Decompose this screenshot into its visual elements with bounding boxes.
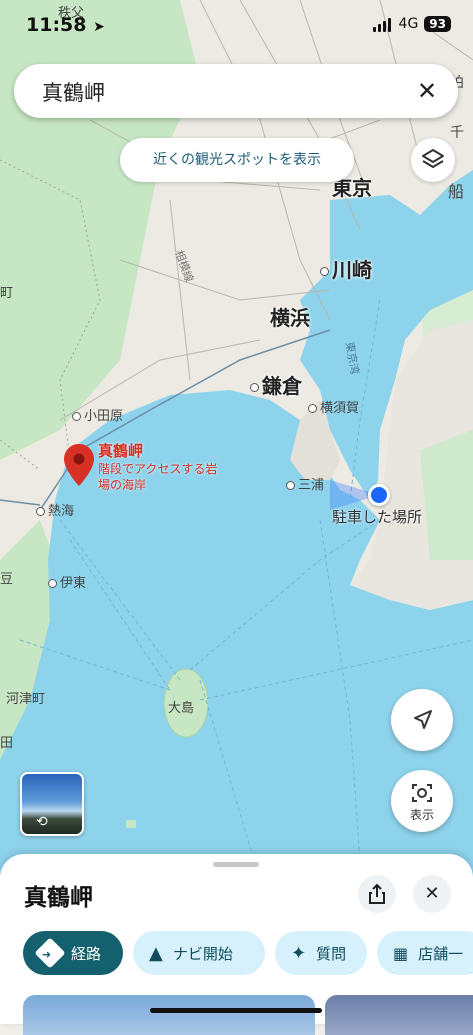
place-label-kawazu[interactable]: 河津町: [6, 688, 45, 707]
place-name: 三浦: [298, 478, 325, 493]
place-dot: [48, 579, 57, 588]
city-name: 鎌倉: [262, 374, 302, 398]
network-type: 4G: [398, 16, 419, 32]
navigation-icon: ▲: [149, 942, 163, 964]
city-name: 川崎: [332, 258, 372, 282]
place-dot: [36, 507, 45, 516]
share-icon: [369, 883, 385, 904]
place-title: 真鶴岬: [24, 885, 93, 911]
drag-handle[interactable]: [213, 862, 259, 867]
share-button[interactable]: [358, 875, 396, 913]
place-label-ito[interactable]: 伊東: [48, 572, 86, 591]
location-arrow-icon: ➤: [93, 19, 105, 35]
layers-icon: [422, 149, 444, 168]
ask-button[interactable]: ✦ 質問: [275, 931, 367, 975]
close-icon[interactable]: ✕: [410, 74, 444, 108]
place-bottom-sheet[interactable]: 真鶴岬 ✕ ➜ 経路 ▲ ナビ開始 ✦ 質問 ▦ 店舗一: [0, 854, 473, 1035]
place-label-yokosuka[interactable]: 横須賀: [308, 397, 359, 416]
status-right: 4G 93: [372, 16, 451, 32]
store-icon: ▦: [393, 943, 409, 963]
start-navigation-button[interactable]: ▲ ナビ開始: [133, 931, 265, 975]
city-label-kawasaki[interactable]: 川崎: [320, 254, 372, 283]
place-label-left-partial-3[interactable]: 田: [0, 732, 13, 751]
place-label-left-partial-2[interactable]: 豆: [0, 568, 13, 587]
rotate-360-icon: ⟲: [36, 814, 48, 830]
city-dot: [250, 383, 259, 392]
ask-label: 質問: [316, 944, 347, 963]
store-label: 店舗一: [418, 944, 464, 963]
search-bar[interactable]: 真鶴岬 ✕: [14, 64, 458, 118]
pin-description-line1: 階段でアクセスする岩: [98, 462, 218, 476]
close-sheet-button[interactable]: ✕: [413, 875, 451, 913]
place-dot: [308, 404, 317, 413]
place-label-oshima[interactable]: 大島: [168, 697, 194, 716]
lens-view-label: 表示: [409, 808, 434, 822]
pin-name: 真鶴岬: [98, 442, 144, 460]
layers-button[interactable]: [411, 138, 455, 182]
battery-icon: 93: [424, 16, 451, 32]
my-location-button[interactable]: [391, 689, 453, 751]
place-label-miura[interactable]: 三浦: [286, 474, 324, 493]
directions-icon: ➜: [34, 937, 66, 969]
place-name: 伊東: [60, 576, 87, 591]
location-pin-icon[interactable]: [64, 444, 94, 486]
place-label-left-partial-1[interactable]: 町: [0, 282, 13, 301]
lens-view-button[interactable]: 表示: [391, 770, 453, 832]
home-indicator[interactable]: [150, 1008, 322, 1013]
pin-label[interactable]: 真鶴岬 階段でアクセスする岩 場の海岸: [98, 440, 217, 493]
place-photo-2[interactable]: [325, 995, 473, 1035]
start-navigation-label: ナビ開始: [172, 944, 233, 963]
place-name: 横須賀: [320, 401, 360, 416]
signal-icon: [372, 16, 393, 32]
city-label-yokohama[interactable]: 横浜: [270, 302, 310, 331]
directions-label: 経路: [71, 944, 102, 963]
camera-lens-icon: [412, 784, 432, 802]
place-name: 小田原: [84, 409, 124, 424]
city-label-kamakura[interactable]: 鎌倉: [250, 370, 302, 399]
parked-location-label[interactable]: 駐車した場所: [332, 506, 422, 527]
directions-button[interactable]: ➜ 経路: [23, 931, 123, 975]
navigation-arrow-icon: [414, 710, 432, 729]
store-button[interactable]: ▦ 店舗一: [377, 931, 473, 975]
status-time: 11:58 ➤: [26, 14, 105, 36]
place-name: 熱海: [48, 504, 75, 519]
status-bar: 11:58 ➤ 4G 93: [0, 0, 473, 52]
search-input[interactable]: 真鶴岬: [42, 77, 105, 107]
time-text: 11:58: [26, 14, 87, 36]
current-location-dot-icon[interactable]: [368, 484, 390, 506]
sparkle-icon: ✦: [291, 942, 307, 964]
pin-description-line2: 場の海岸: [98, 478, 147, 492]
close-icon: ✕: [424, 883, 440, 904]
place-label-atami[interactable]: 熱海: [36, 500, 74, 519]
place-label-odawara[interactable]: 小田原: [72, 405, 123, 424]
place-photo-1[interactable]: [23, 995, 315, 1035]
place-dot: [286, 481, 295, 490]
nearby-attractions-chip[interactable]: 近くの観光スポットを表示: [120, 138, 354, 182]
street-view-thumbnail[interactable]: ⟲: [20, 772, 84, 836]
city-dot: [320, 267, 329, 276]
place-dot: [72, 412, 81, 421]
